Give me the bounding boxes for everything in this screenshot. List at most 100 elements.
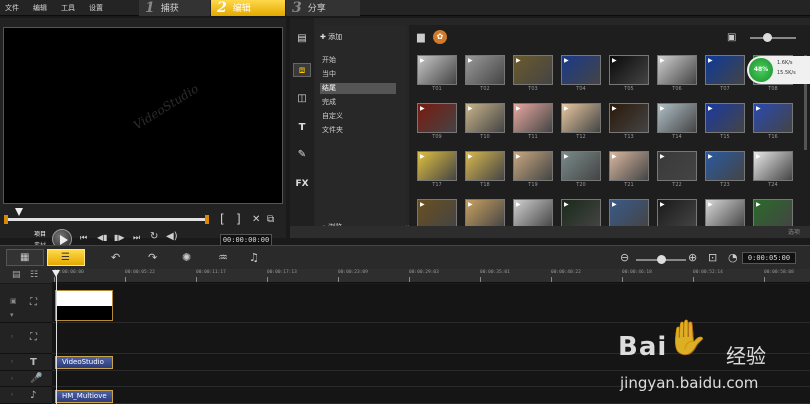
timeline-ruler[interactable]: 00:00:00:00 00:00:05:22 00:00:11:17 00:00:1… bbox=[52, 269, 810, 283]
transition-thumbnail[interactable]: ▶ bbox=[609, 151, 649, 181]
scrubber-handle[interactable] bbox=[15, 208, 23, 216]
folder-item[interactable]: 自定义 bbox=[320, 111, 396, 122]
folder-item[interactable]: 完成 bbox=[320, 97, 396, 108]
title-icon[interactable]: T bbox=[293, 121, 311, 135]
folder-item[interactable]: 当中 bbox=[320, 69, 396, 80]
sort-icon[interactable]: ▣ bbox=[727, 32, 736, 43]
playhead-line[interactable] bbox=[56, 270, 57, 404]
folder-item[interactable]: 开始 bbox=[320, 55, 396, 66]
transition-thumbnail[interactable]: ▶ bbox=[753, 199, 793, 229]
menu-tools[interactable]: 工具 bbox=[61, 3, 75, 13]
filter-icon[interactable]: ◫ bbox=[293, 92, 311, 106]
undo-icon[interactable]: ↶ bbox=[111, 251, 120, 264]
transition-thumbnail[interactable]: ▶ bbox=[753, 151, 793, 181]
transition-thumbnail[interactable]: ▶ bbox=[657, 103, 697, 133]
transition-thumbnail[interactable]: ▶ bbox=[753, 103, 793, 133]
next-frame-icon[interactable]: ▮▶ bbox=[114, 233, 125, 242]
trim-end-marker[interactable] bbox=[205, 215, 209, 224]
transition-thumbnail[interactable]: ▶ bbox=[705, 55, 745, 85]
transition-thumbnail[interactable]: ▶ bbox=[609, 55, 649, 85]
transition-thumbnail[interactable]: ▶ bbox=[561, 151, 601, 181]
auto-music-icon[interactable]: ♫ bbox=[249, 251, 259, 264]
zoom-knob[interactable] bbox=[657, 255, 666, 264]
track-visibility-icon[interactable]: ◦ bbox=[10, 333, 14, 341]
transition-thumbnail[interactable]: ▶ bbox=[609, 103, 649, 133]
step-share[interactable]: 3 分享 bbox=[286, 0, 360, 16]
music-clip[interactable]: HM_Multiove bbox=[55, 390, 113, 403]
folder-icon[interactable]: ▆ bbox=[417, 32, 425, 43]
transition-thumbnail[interactable]: ▶ bbox=[513, 55, 553, 85]
zoom-out-icon[interactable]: ⊖ bbox=[620, 251, 629, 264]
playhead-marker[interactable] bbox=[52, 270, 60, 277]
fx-icon[interactable]: FX bbox=[293, 177, 311, 191]
options-label[interactable]: 选项 bbox=[788, 227, 800, 236]
duration-icon[interactable]: ◔ bbox=[728, 251, 738, 264]
expand-icon[interactable]: ▾ bbox=[10, 311, 14, 319]
title-clip[interactable]: VideoStudio bbox=[55, 356, 113, 369]
scrub-bar[interactable] bbox=[8, 218, 208, 221]
transition-thumbnail[interactable]: ▶ bbox=[417, 55, 457, 85]
end-icon[interactable]: ⏭ bbox=[133, 233, 140, 243]
trim-start-marker[interactable] bbox=[4, 215, 8, 224]
thumbnail-size-knob[interactable] bbox=[763, 33, 772, 42]
timeline-timecode[interactable]: 0:00:05:00 bbox=[742, 252, 796, 264]
mark-in-button[interactable]: [ bbox=[220, 212, 225, 226]
transition-thumbnail[interactable]: ▶ bbox=[465, 103, 505, 133]
transition-thumbnail[interactable]: ▶ bbox=[705, 151, 745, 181]
smartproxy-icon[interactable]: ✺ bbox=[182, 251, 191, 264]
transition-thumbnail[interactable]: ▶ bbox=[705, 199, 745, 229]
transition-thumbnail[interactable]: ▶ bbox=[705, 103, 745, 133]
step-edit[interactable]: 2 编辑 bbox=[211, 0, 285, 16]
project-mode[interactable]: 项目 bbox=[34, 229, 46, 238]
volume-icon[interactable]: ◀) bbox=[166, 231, 178, 242]
storyboard-view-button[interactable]: ▦ bbox=[6, 249, 44, 266]
transition-thumbnail[interactable]: ▶ bbox=[513, 199, 553, 229]
transition-thumbnail[interactable]: ▶ bbox=[561, 199, 601, 229]
chapter-icon[interactable]: ☷ bbox=[30, 270, 38, 280]
transition-thumbnail[interactable]: ▶ bbox=[657, 55, 697, 85]
timeline-view-button[interactable]: ☰ bbox=[47, 249, 85, 266]
transition-thumbnail[interactable]: ▶ bbox=[465, 199, 505, 229]
transition-thumbnail[interactable]: ▶ bbox=[561, 55, 601, 85]
online-icon[interactable]: ✿ bbox=[433, 30, 447, 44]
clip-thumbnail bbox=[56, 291, 112, 306]
fit-project-icon[interactable]: ⊡ bbox=[708, 251, 717, 264]
transition-thumbnail[interactable]: ▶ bbox=[417, 199, 457, 229]
cut-icon[interactable]: ✕ bbox=[252, 214, 260, 225]
repeat-icon[interactable]: ↻ bbox=[150, 231, 158, 242]
transition-thumbnail[interactable]: ▶ bbox=[417, 151, 457, 181]
transition-icon[interactable]: ⧈ bbox=[293, 63, 311, 77]
folder-item-selected[interactable]: 结尾 bbox=[320, 83, 396, 94]
menu-settings[interactable]: 设置 bbox=[89, 3, 103, 13]
step-capture[interactable]: 1 捕获 bbox=[139, 0, 210, 16]
video-clip[interactable] bbox=[55, 290, 113, 321]
menu-edit[interactable]: 编辑 bbox=[33, 3, 47, 13]
folder-item[interactable]: 文件夹 bbox=[320, 125, 396, 136]
transition-thumbnail[interactable]: ▶ bbox=[561, 103, 601, 133]
graphic-icon[interactable]: ✎ bbox=[293, 148, 311, 162]
mark-out-button[interactable]: ] bbox=[236, 212, 241, 226]
track-visibility-icon[interactable]: ▣ bbox=[10, 297, 17, 305]
track-visibility-icon[interactable]: ◦ bbox=[10, 358, 14, 366]
transition-thumbnail[interactable]: ▶ bbox=[465, 151, 505, 181]
transition-thumbnail[interactable]: ▶ bbox=[609, 199, 649, 229]
home-icon[interactable]: ⏮ bbox=[80, 233, 87, 243]
transition-thumbnail[interactable]: ▶ bbox=[465, 55, 505, 85]
redo-icon[interactable]: ↷ bbox=[148, 251, 157, 264]
transition-thumbnail[interactable]: ▶ bbox=[513, 103, 553, 133]
audio-mixer-icon[interactable]: ♒ bbox=[218, 251, 228, 264]
enlarge-icon[interactable]: ⧉ bbox=[267, 214, 274, 225]
menu-file[interactable]: 文件 bbox=[5, 3, 19, 13]
track-visibility-icon[interactable]: ◦ bbox=[10, 375, 14, 383]
transition-thumbnail[interactable]: ▶ bbox=[657, 199, 697, 229]
media-icon[interactable]: ▤ bbox=[293, 32, 311, 46]
zoom-in-icon[interactable]: ⊕ bbox=[688, 251, 697, 264]
thumbnail-size-slider[interactable] bbox=[750, 37, 796, 39]
add-button[interactable]: ✚ 添加 bbox=[320, 32, 342, 42]
transition-thumbnail[interactable]: ▶ bbox=[657, 151, 697, 181]
track-visibility-icon[interactable]: ◦ bbox=[10, 391, 14, 399]
prev-frame-icon[interactable]: ◀▮ bbox=[97, 233, 108, 242]
transition-thumbnail[interactable]: ▶ bbox=[417, 103, 457, 133]
transition-thumbnail[interactable]: ▶ bbox=[513, 151, 553, 181]
track-manager-icon[interactable]: ▤ bbox=[12, 270, 21, 280]
